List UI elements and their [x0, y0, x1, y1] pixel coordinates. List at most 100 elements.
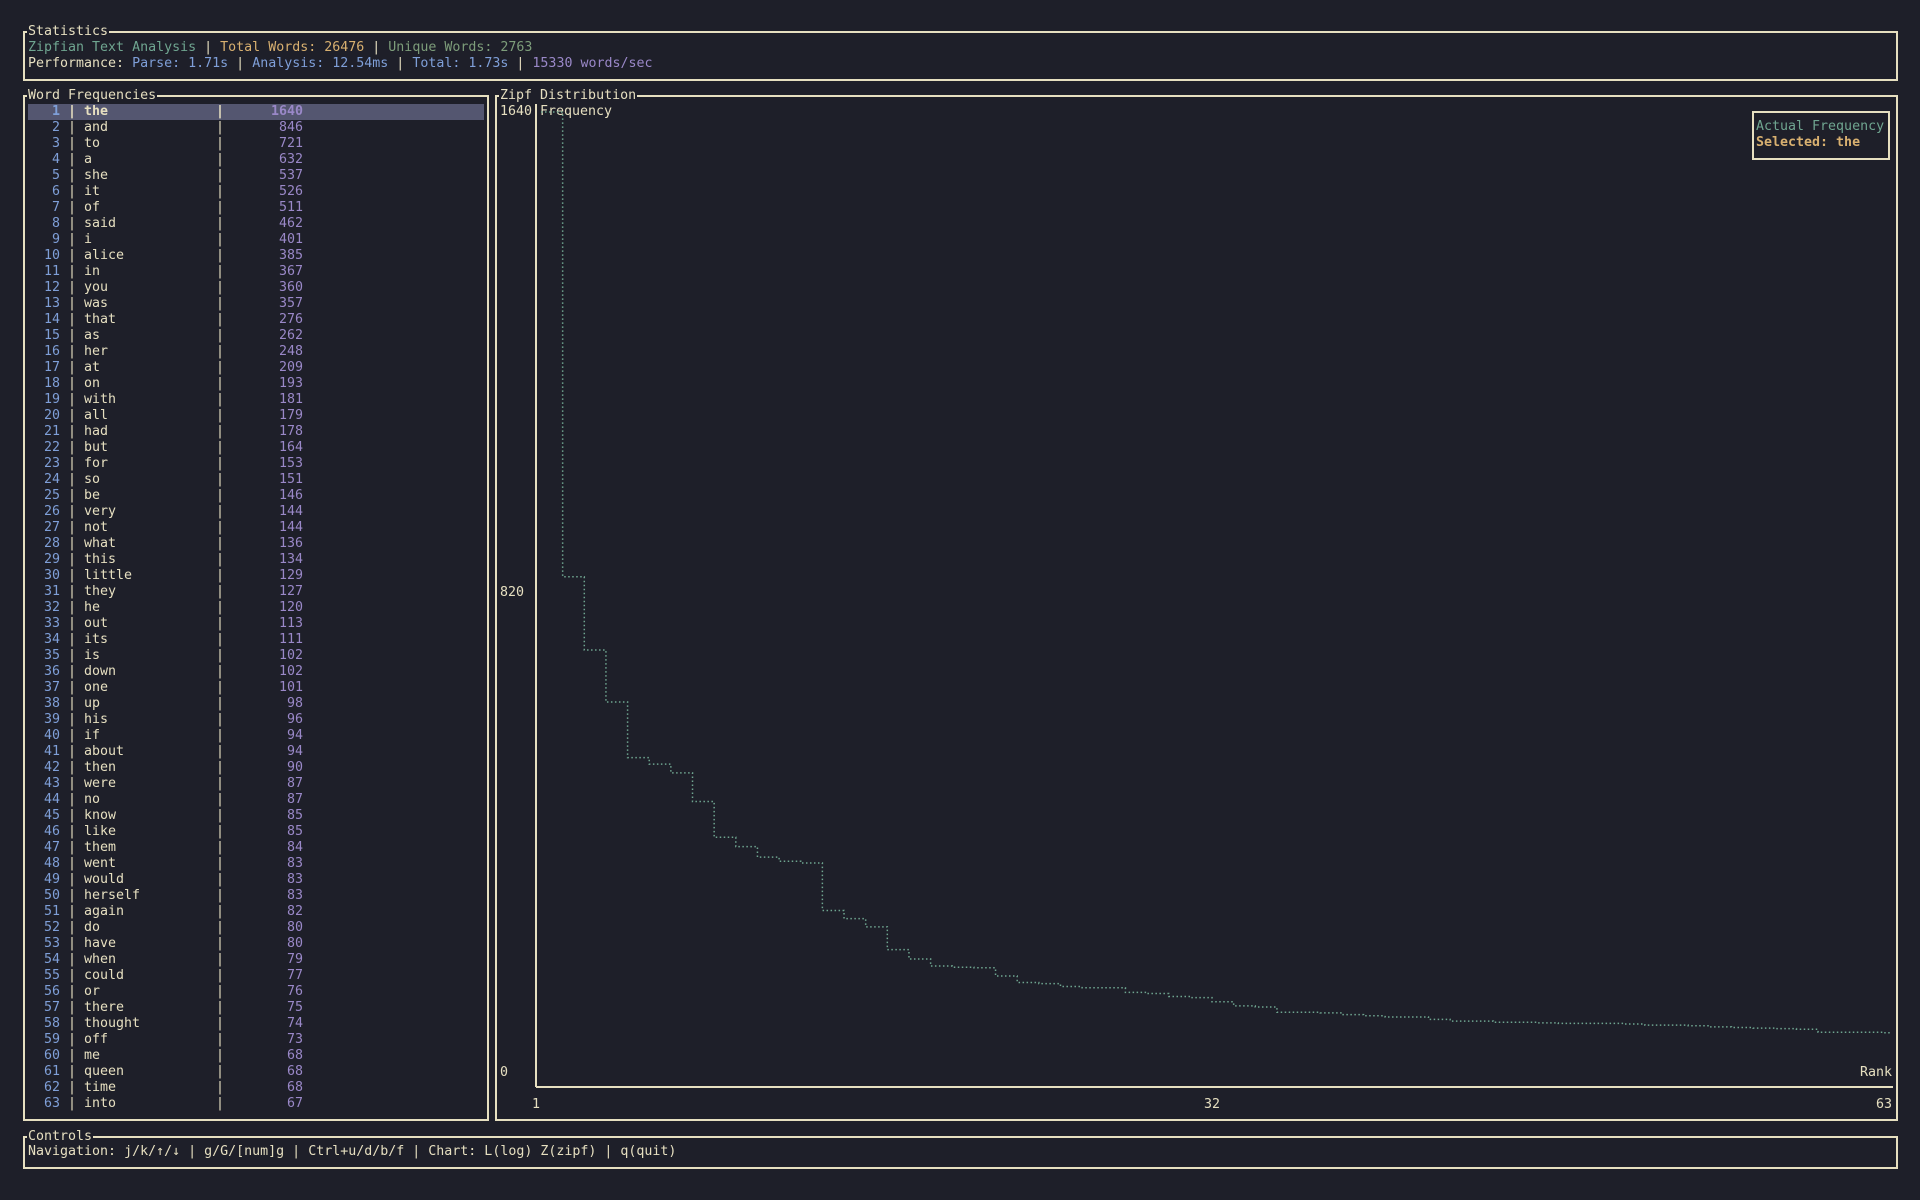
column-separator: | [216, 600, 225, 615]
word-row[interactable]: 62 | time | 68 [28, 1080, 484, 1096]
word-rank: 21 [43, 424, 60, 439]
word-text: but [84, 440, 109, 455]
word-row[interactable]: 48 | went | 83 [28, 856, 484, 872]
word-row[interactable]: 56 | or | 76 [28, 984, 484, 1000]
word-row[interactable]: 14 | that | 276 [28, 312, 484, 328]
word-row[interactable]: 40 | if | 94 [28, 728, 484, 744]
column-separator: | [216, 424, 225, 439]
word-row[interactable]: 32 | he | 120 [28, 600, 484, 616]
word-text: were [84, 776, 117, 791]
word-frequency: 85 [286, 824, 303, 839]
word-row[interactable]: 58 | thought | 74 [28, 1016, 484, 1032]
word-row[interactable]: 11 | in | 367 [28, 264, 484, 280]
word-rank: 63 [43, 1096, 60, 1111]
column-separator: | [68, 376, 77, 391]
word-row[interactable]: 7 | of | 511 [28, 200, 484, 216]
word-text: into [84, 1096, 117, 1111]
word-row[interactable]: 49 | would | 83 [28, 872, 484, 888]
parse-time: Parse: 1.71s [132, 56, 229, 71]
word-row[interactable]: 53 | have | 80 [28, 936, 484, 952]
word-rank: 2 [51, 120, 60, 135]
word-text: this [84, 552, 117, 567]
word-row[interactable]: 23 | for | 153 [28, 456, 484, 472]
word-text: a [84, 152, 93, 167]
column-separator: | [68, 104, 77, 119]
column-separator: | [68, 760, 77, 775]
word-row[interactable]: 41 | about | 94 [28, 744, 484, 760]
word-row[interactable]: 52 | do | 80 [28, 920, 484, 936]
column-separator: | [216, 856, 225, 871]
column-separator: | [216, 792, 225, 807]
word-row[interactable]: 10 | alice | 385 [28, 248, 484, 264]
word-rank: 15 [43, 328, 60, 343]
word-row[interactable]: 45 | know | 85 [28, 808, 484, 824]
word-row[interactable]: 6 | it | 526 [28, 184, 484, 200]
column-separator: | [216, 680, 225, 695]
word-rank: 53 [43, 936, 60, 951]
column-separator: | [216, 520, 225, 535]
word-row[interactable]: 28 | what | 136 [28, 536, 484, 552]
column-separator: | [68, 952, 77, 967]
word-frequency: 181 [278, 392, 303, 407]
word-row[interactable]: 16 | her | 248 [28, 344, 484, 360]
word-text: you [84, 280, 109, 295]
word-row[interactable]: 60 | me | 68 [28, 1048, 484, 1064]
word-row[interactable]: 5 | she | 537 [28, 168, 484, 184]
word-row[interactable]: 34 | its | 111 [28, 632, 484, 648]
word-row[interactable]: 24 | so | 151 [28, 472, 484, 488]
word-row[interactable]: 51 | again | 82 [28, 904, 484, 920]
word-row[interactable]: 36 | down | 102 [28, 664, 484, 680]
word-row[interactable]: 63 | into | 67 [28, 1096, 484, 1112]
word-row[interactable]: 13 | was | 357 [28, 296, 484, 312]
column-separator: | [216, 648, 225, 663]
column-separator: | [68, 312, 77, 327]
word-row[interactable]: 37 | one | 101 [28, 680, 484, 696]
word-rank: 16 [43, 344, 60, 359]
word-rank: 42 [43, 760, 60, 775]
word-row[interactable]: 27 | not | 144 [28, 520, 484, 536]
word-row[interactable]: 50 | herself | 83 [28, 888, 484, 904]
word-row[interactable]: 12 | you | 360 [28, 280, 484, 296]
word-row[interactable]: 54 | when | 79 [28, 952, 484, 968]
word-text: at [84, 360, 101, 375]
column-separator: | [216, 120, 225, 135]
column-separator: | [68, 776, 77, 791]
word-row[interactable]: 42 | then | 90 [28, 760, 484, 776]
word-row[interactable]: 38 | up | 98 [28, 696, 484, 712]
word-row[interactable]: 44 | no | 87 [28, 792, 484, 808]
word-row[interactable]: 15 | as | 262 [28, 328, 484, 344]
word-row[interactable]: 18 | on | 193 [28, 376, 484, 392]
word-row[interactable]: 25 | be | 146 [28, 488, 484, 504]
word-row[interactable]: 31 | they | 127 [28, 584, 484, 600]
word-row[interactable]: 46 | like | 85 [28, 824, 484, 840]
word-row[interactable]: 29 | this | 134 [28, 552, 484, 568]
word-text: the [84, 104, 109, 119]
word-row[interactable]: 35 | is | 102 [28, 648, 484, 664]
word-row[interactable]: 57 | there | 75 [28, 1000, 484, 1016]
word-row[interactable]: 30 | little | 129 [28, 568, 484, 584]
column-separator: | [216, 232, 225, 247]
word-row[interactable]: 26 | very | 144 [28, 504, 484, 520]
word-row[interactable]: 39 | his | 96 [28, 712, 484, 728]
word-row[interactable]: 9 | i | 401 [28, 232, 484, 248]
word-row[interactable]: 22 | but | 164 [28, 440, 484, 456]
word-row[interactable]: 43 | were | 87 [28, 776, 484, 792]
word-row[interactable]: 59 | off | 73 [28, 1032, 484, 1048]
word-row[interactable]: 55 | could | 77 [28, 968, 484, 984]
word-row[interactable]: 61 | queen | 68 [28, 1064, 484, 1080]
word-text: then [84, 760, 117, 775]
word-text: when [84, 952, 117, 967]
word-rank: 41 [43, 744, 60, 759]
word-rank: 17 [43, 360, 60, 375]
word-row[interactable]: 47 | them | 84 [28, 840, 484, 856]
word-row[interactable]: 2 | and | 846 [28, 120, 484, 136]
word-row[interactable]: 1 | the | 1640 [28, 104, 484, 120]
word-row[interactable]: 33 | out | 113 [28, 616, 484, 632]
word-row[interactable]: 21 | had | 178 [28, 424, 484, 440]
word-row[interactable]: 19 | with | 181 [28, 392, 484, 408]
word-row[interactable]: 17 | at | 209 [28, 360, 484, 376]
word-row[interactable]: 3 | to | 721 [28, 136, 484, 152]
word-row[interactable]: 20 | all | 179 [28, 408, 484, 424]
word-row[interactable]: 8 | said | 462 [28, 216, 484, 232]
word-row[interactable]: 4 | a | 632 [28, 152, 484, 168]
